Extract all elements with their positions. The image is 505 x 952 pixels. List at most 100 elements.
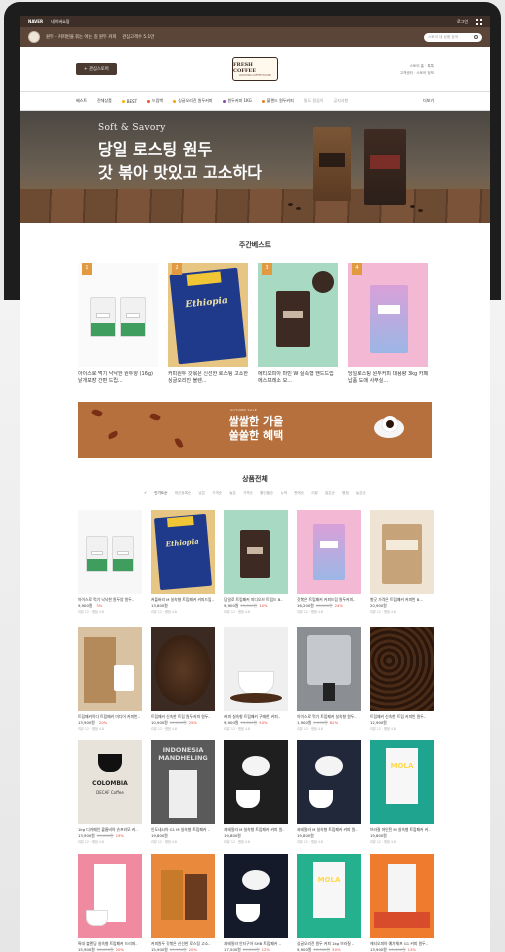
product-meta: 리뷰 12 · 평점 4.8 bbox=[151, 840, 177, 844]
product-meta: 리뷰 12 · 평점 4.8 bbox=[297, 610, 323, 614]
header-link-1[interactable]: 스토어 홈 · 톡톡 bbox=[400, 63, 434, 70]
product-card[interactable]: 과테말라 M 실속형 트립패커 커피 원.. 19,800원 리뷰 12 · 평점 … bbox=[297, 740, 361, 844]
product-card[interactable]: 커피 실속형 트립패커 구매한 커피.. 9,900원 13,000원 50% 리뷰 1… bbox=[224, 627, 288, 731]
product-name[interactable]: 브라질 마인된 M 실속형 트립패커 커.. bbox=[370, 827, 434, 832]
product-name[interactable]: 인도네시아 G1 M 실속형 트립패커 .. bbox=[151, 827, 215, 832]
sort-rating[interactable]: 평점 높은순 bbox=[342, 491, 366, 495]
best-item[interactable]: 4 당일로스팅 원두커피 대용량 3kg 카페 납품 도매 사무실... bbox=[348, 263, 428, 385]
nav-item-single-origin[interactable]: 싱글오리진 원두커피 bbox=[173, 98, 213, 104]
product-name[interactable]: 향긋 가격은 트립패커 커피빈 B... bbox=[370, 597, 434, 602]
product-name[interactable]: 커피 실속형 트립패커 구매한 커피.. bbox=[224, 714, 288, 719]
shopping-link[interactable]: 네이버쇼핑 bbox=[51, 19, 69, 25]
product-name[interactable]: 커플버리 M 실속형 트립패커 커피드립.. bbox=[151, 597, 215, 602]
star-icon bbox=[121, 100, 125, 103]
product-name[interactable]: 과테말라 M 실속형 트립패커 커피 원.. bbox=[297, 827, 361, 832]
product-image: 1 bbox=[78, 263, 158, 367]
product-name[interactable]: 싱글오리진 원두 커피 1kg 브라질 .. bbox=[297, 941, 361, 946]
product-meta: 리뷰 12 · 평점 4.8 bbox=[78, 727, 104, 731]
discount-rate: 20% bbox=[115, 947, 125, 952]
product-card[interactable]: 트립패커이다 트립패커 미디어 커피빈.. 13,900원 20% 리뷰 12 · 평… bbox=[78, 627, 142, 731]
product-card[interactable]: 커피원두 갓볶은 신선한 로스팅 고소..15,900원19,900원20%리뷰… bbox=[151, 854, 215, 952]
store-search-input[interactable]: 스토어 내 상품 검색 bbox=[424, 32, 482, 42]
nav-more[interactable]: 더보기 bbox=[423, 98, 434, 104]
sale-price: 16,200원 bbox=[297, 603, 314, 608]
original-price: 5,000원 bbox=[313, 720, 328, 725]
sort-sales[interactable]: 누적 판매순 bbox=[280, 491, 304, 495]
sort-high-price[interactable]: 높은 가격순 bbox=[229, 491, 253, 495]
product-meta: 리뷰 12 · 평점 4.8 bbox=[224, 840, 250, 844]
search-icon[interactable] bbox=[474, 35, 478, 39]
product-name[interactable]: 아이스로 먹기 낙낙한 원두양 (16g) 낱개포장 간편 드립... bbox=[78, 371, 158, 385]
logo-sub: ROASTING COFFEE HOUSE bbox=[239, 73, 271, 77]
product-image bbox=[370, 510, 434, 594]
product-name[interactable]: 트립패커 신속한 트립 원두커피 원두.. bbox=[151, 714, 215, 719]
product-name[interactable]: 당일로 트립패커 미디오브 트립드 B.. bbox=[224, 597, 288, 602]
autumn-sale-banner[interactable]: AUTUMN SALE 쌀쌀한 가을 쏠쏠한 혜택 bbox=[78, 402, 432, 458]
product-name[interactable]: 에티오피아 마빈 W 실속형 핸드드립 에스프레소 모... bbox=[258, 371, 338, 385]
product-name[interactable]: 과테말라 M 실속형 트립패커 커피 원.. bbox=[224, 827, 288, 832]
sale-price: 19,800원 bbox=[370, 833, 387, 838]
coffee-bean bbox=[288, 203, 293, 206]
best-item[interactable]: Ethiopia 2 커피원두 갓볶은 신선한 로스팅 고소한 싱글오리진 블렌… bbox=[168, 263, 248, 385]
product-name[interactable]: 에티오피아 예가체프 G1 커피 원두.. bbox=[370, 941, 434, 946]
product-card[interactable]: 트립패커 신속한 트립 커피빈 원두.. 12,900원 리뷰 12 · 평점 4.… bbox=[370, 627, 434, 731]
product-name[interactable]: 아이스로 먹기 트립패커 실속형 원두.. bbox=[297, 714, 361, 719]
store-avatar[interactable] bbox=[28, 31, 40, 43]
product-name[interactable]: 당일로스팅 원두커피 대용량 3kg 카페 납품 도매 사무실... bbox=[348, 371, 428, 385]
product-card[interactable]: MOLA 브라질 마인된 M 실속형 트립패커 커.. 19,800원 리뷰 12 ·… bbox=[370, 740, 434, 844]
product-name[interactable]: 1kg 디카페인 콜롬비아 슈프리모 커.. bbox=[78, 827, 142, 832]
product-card[interactable]: COLOMBIA DECAF Coffee 1kg 디카페인 콜롬비아 슈프리모 커… bbox=[78, 740, 142, 844]
sort-low-price[interactable]: 낮은 가격순 bbox=[198, 491, 222, 495]
product-name[interactable]: 특대 블렌딩 실속형 트립패커 드리퍼.. bbox=[78, 941, 142, 946]
product-card[interactable]: INDONESIA MANDHELING 인도네시아 G1 M 실속형 트립패커 .… bbox=[151, 740, 215, 844]
sort-filters: ✓ 인기도순 최신등록순 낮은 가격순 높은 가격순 할인율순 누적 판매순 리… bbox=[20, 491, 490, 496]
product-card[interactable]: 특대 블렌딩 실속형 트립패커 드리퍼..15,900원18,000원20%리뷰… bbox=[78, 854, 142, 952]
product-name[interactable]: 트립패커이다 트립패커 미디어 커피빈.. bbox=[78, 714, 142, 719]
product-name[interactable]: 아이스로 먹기 낙낙한 원두양 원두.. bbox=[78, 597, 142, 602]
sale-price: 9,900원 bbox=[78, 603, 93, 608]
nav-item-dripbag[interactable]: 드립백 bbox=[147, 98, 163, 104]
product-name[interactable]: 커피원두 갓볶은 신선한 로스팅 고소한 싱글오리진 블렌... bbox=[168, 371, 248, 385]
product-card[interactable]: Ethiopia 커플버리 M 실속형 트립패커 커피드립.. 13,800원 리뷰 … bbox=[151, 510, 215, 614]
sort-latest[interactable]: 최신등록순 bbox=[175, 491, 192, 495]
product-price: 12,900원 bbox=[370, 720, 434, 725]
product-card[interactable]: 과테말라 M 실속형 트립패커 커피 원.. 19,800원리뷰 12 · 평점 … bbox=[224, 740, 288, 844]
store-logo[interactable]: FRESH COFFEE ROASTING COFFEE HOUSE bbox=[232, 57, 278, 81]
product-price: 19,800원 bbox=[224, 833, 288, 838]
follow-store-button[interactable]: + 관심스토어 bbox=[76, 63, 117, 75]
sort-discount[interactable]: 할인율순 bbox=[260, 491, 273, 495]
product-name[interactable]: 커피원두 갓볶은 신선한 로스팅 고소.. bbox=[151, 941, 215, 946]
login-link[interactable]: 로그인 bbox=[457, 19, 468, 25]
best-item[interactable]: 1 아이스로 먹기 낙낙한 원두양 (16g) 낱개포장 간편 드립... bbox=[78, 263, 158, 385]
naver-logo[interactable]: NAVER bbox=[28, 19, 43, 24]
product-name[interactable]: 트립패커 신속한 트립 커피빈 원두.. bbox=[370, 714, 434, 719]
product-image bbox=[297, 740, 361, 824]
nav-item-best-tag[interactable]: BEST bbox=[121, 99, 137, 104]
dot-icon bbox=[173, 99, 177, 103]
header-link-2[interactable]: 고객센터 · 스토어 정보 bbox=[400, 70, 434, 77]
product-card[interactable]: MOLA 싱글오리진 원두 커피 1kg 브라질 .. 9,900원 20,000원 5… bbox=[297, 854, 361, 952]
nav-item-blend[interactable]: 블렌드 원두커피 bbox=[261, 98, 294, 104]
product-card[interactable]: 당일로 트립패커 미디오브 트립드 B.. 9,900원 15,000원 10% 리뷰 … bbox=[224, 510, 288, 614]
product-card[interactable]: 향긋 가격은 트립패커 커피빈 B... 20,900원 리뷰 12 · 평점 4.… bbox=[370, 510, 434, 614]
product-card[interactable]: 아이스로 먹기 낙낙한 원두양 원두.. 9,900원 3% 리뷰 12 · 평점 4… bbox=[78, 510, 142, 614]
product-card[interactable]: 트립패커 신속한 트립 원두커피 원두.. 10,900원 16,000원 25% 리뷰… bbox=[151, 627, 215, 731]
hero-banner[interactable]: Soft & Savory 당일 로스팅 원두 갓 볶아 맛있고 고소하다 bbox=[20, 111, 490, 223]
nav-item-notice[interactable]: 공지사항 bbox=[333, 98, 348, 104]
nav-item-all[interactable]: 전체상품 bbox=[97, 98, 112, 104]
product-name[interactable]: 갓볶은 트립패커 커피드립 원두커피.. bbox=[297, 597, 361, 602]
hero-title-line1: 당일 로스팅 원두 bbox=[98, 140, 213, 159]
product-card[interactable]: 아이스로 먹기 트립패커 실속형 원두.. 1,900원 5,000원 62% 리뷰 1… bbox=[297, 627, 361, 731]
nav-item-8[interactable]: 밀도 깔끔이 bbox=[304, 98, 324, 104]
apps-grid-icon[interactable] bbox=[476, 18, 482, 25]
product-card[interactable]: 에티오피아 예가체프 G1 커피 원두..13,900원16,000원13%리뷰… bbox=[370, 854, 434, 952]
product-card[interactable]: 갓볶은 트립패커 커피드립 원두커피.. 16,200원 18,000원 24% 리뷰 … bbox=[297, 510, 361, 614]
sort-popular[interactable]: ✓ 인기도순 bbox=[144, 491, 167, 495]
nav-item-1kg[interactable]: 원두커피 1KG bbox=[222, 98, 252, 104]
product-name[interactable]: 과테말라 안티구아 SHB 트립패커 .. bbox=[224, 941, 288, 946]
best-item[interactable]: 3 에티오피아 마빈 W 실속형 핸드드립 에스프레소 모... bbox=[258, 263, 338, 385]
product-card[interactable]: 과테말라 안티구아 SHB 트립패커 ..17,500원20,000원12%리뷰… bbox=[224, 854, 288, 952]
nav-item-best[interactable]: 베스트 bbox=[76, 98, 87, 104]
sort-reviews[interactable]: 리뷰 많은순 bbox=[311, 491, 335, 495]
sale-price: 15,900원 bbox=[151, 947, 168, 952]
